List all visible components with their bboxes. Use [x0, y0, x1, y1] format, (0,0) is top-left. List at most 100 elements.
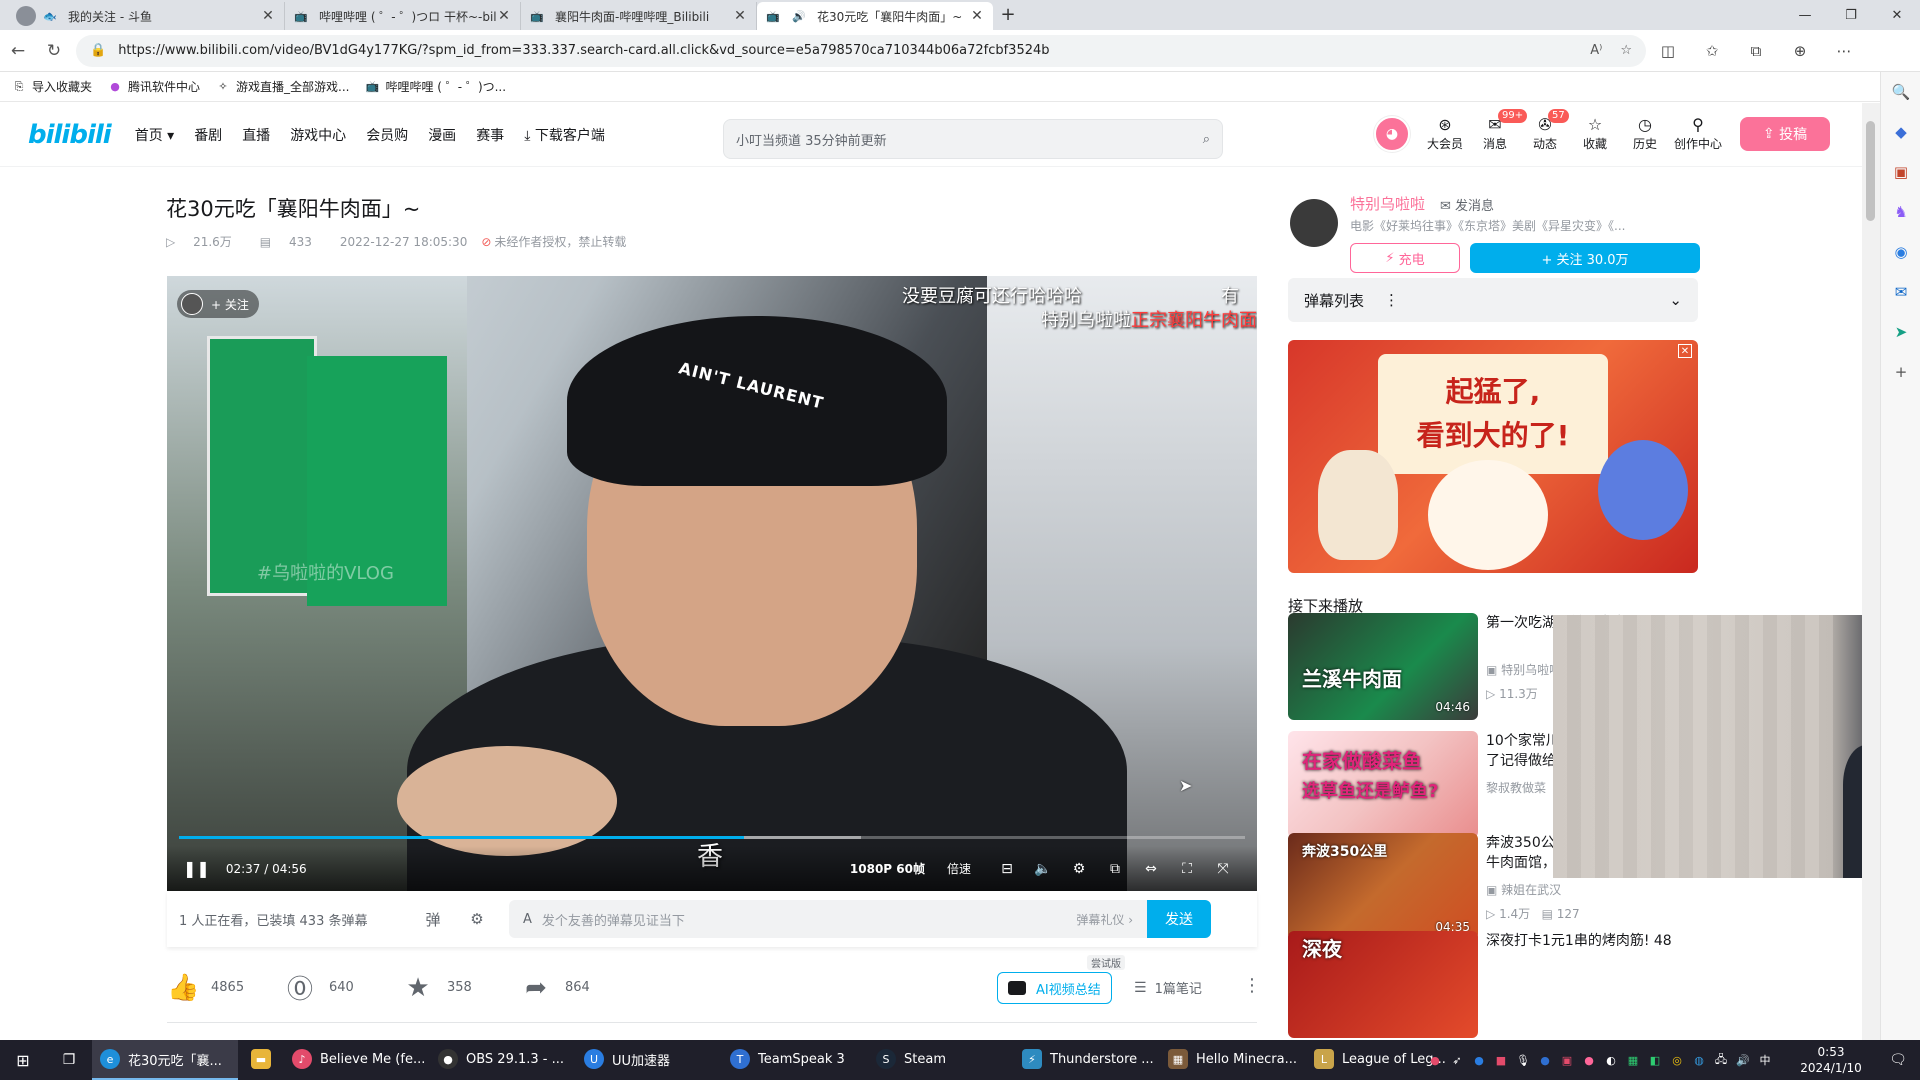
tray-app-icon[interactable]: ● [1424, 1040, 1446, 1080]
extensions-icon[interactable]: ⊕ [1778, 42, 1822, 60]
search-icon[interactable]: ⌕ [1203, 132, 1210, 147]
search-box[interactable]: 小叮当频道 35分钟前更新 ⌕ [723, 119, 1223, 159]
video-thumbnail[interactable]: 深夜 [1288, 931, 1478, 1038]
favorite-button[interactable]: ★ 358 [403, 973, 521, 1003]
recommend-author[interactable]: ▣ 特别乌啦啦 [1486, 661, 1561, 678]
tray-app-icon[interactable]: ● [1534, 1040, 1556, 1080]
header-creator[interactable]: ⚲ 创作中心 [1670, 115, 1726, 152]
collections-icon[interactable]: ⧉ [1734, 42, 1778, 60]
speaker-icon[interactable]: 🔊 [791, 8, 807, 24]
tray-app-icon[interactable]: ▣ [1556, 1040, 1578, 1080]
taskbar-app[interactable]: e 花30元吃「襄... [92, 1040, 238, 1080]
restore-icon[interactable]: ❐ [1828, 0, 1874, 30]
volume-icon[interactable]: 🔊 [1732, 1040, 1754, 1080]
recommend-author[interactable]: 黎叔教做菜 [1486, 779, 1546, 796]
follow-button[interactable]: + 关注 30.0万 [1470, 243, 1700, 273]
bilibili-logo[interactable]: bilibili [28, 120, 112, 150]
more-menu-icon[interactable]: ⋯ [1822, 42, 1866, 60]
tray-app-icon[interactable]: ● [1578, 1040, 1600, 1080]
uploader-name[interactable]: 特别乌啦啦 [1350, 193, 1425, 214]
send-danmaku-button[interactable]: 发送 [1147, 900, 1211, 938]
split-screen-icon[interactable]: ◫ [1646, 42, 1690, 60]
web-fullscreen-icon[interactable]: ⛶ [1169, 861, 1205, 877]
search-input[interactable]: 小叮当频道 35分钟前更新 [736, 130, 1203, 149]
close-icon[interactable]: ✕ [969, 8, 985, 24]
close-icon[interactable]: ✕ [260, 8, 276, 24]
uploader-avatar[interactable] [1290, 199, 1338, 247]
ai-summary-button[interactable]: AI视频总结 [997, 972, 1112, 1004]
taskbar-app[interactable]: ♪ Believe Me (fe... [284, 1040, 430, 1080]
tray-app-icon[interactable]: ◧ [1644, 1040, 1666, 1080]
toolbox-icon[interactable]: ▣ [1881, 152, 1920, 192]
chrome-icon[interactable]: ◎ [1666, 1040, 1688, 1080]
user-avatar[interactable]: ◕ [1374, 115, 1410, 152]
new-tab-button[interactable]: + [993, 2, 1023, 30]
add-icon[interactable]: + [1881, 352, 1920, 392]
header-vip[interactable]: ⊛ 大会员 [1420, 115, 1470, 152]
close-window-icon[interactable]: ✕ [1874, 0, 1920, 30]
close-icon[interactable]: ✕ [732, 8, 748, 24]
ad-banner[interactable]: 起猛了, 看到大的了! ✕ [1288, 340, 1698, 573]
video-thumbnail[interactable]: 在家做酸菜鱼 选草鱼还是鲈鱼? [1288, 731, 1478, 838]
bookmark-item[interactable]: 📺 哔哩哔哩 ( ゜- ゜)つ... [365, 78, 506, 95]
close-icon[interactable]: ✕ [1678, 344, 1692, 358]
browser-tab[interactable]: 📺 哔哩哔哩 ( ゜- ゜)つロ 干杯~-bilib ✕ [285, 2, 521, 30]
settings-icon[interactable]: ⚙ [1061, 861, 1097, 877]
header-messages[interactable]: ✉ 99+ 消息 [1470, 109, 1528, 152]
taskbar-app[interactable]: ● OBS 29.1.3 - ... [430, 1040, 576, 1080]
microphone-icon[interactable]: 🎙 [1512, 1040, 1534, 1080]
taskbar-app[interactable]: U UU加速器 [576, 1040, 722, 1080]
nav-live[interactable]: 直播 [242, 125, 270, 145]
lock-icon[interactable]: 🔒 [90, 43, 106, 58]
profile-avatar[interactable] [16, 6, 36, 26]
browser-tab[interactable]: 📺 襄阳牛肉面-哔哩哔哩_Bilibili ✕ [521, 2, 757, 30]
search-icon[interactable]: 🔍 [1881, 72, 1920, 112]
recommend-title[interactable]: 深夜打卡1元1串的烤肉筋! 48 [1486, 931, 1698, 951]
notification-icon[interactable]: 🗨 [1876, 1040, 1920, 1080]
tray-app-icon[interactable]: ◐ [1600, 1040, 1622, 1080]
danmaku-toggle-icon[interactable]: 弹 [411, 909, 455, 930]
taskbar-app[interactable]: ▬ [238, 1040, 284, 1080]
outlook-icon[interactable]: ✉ [1881, 272, 1920, 312]
tray-app-icon[interactable]: ◍ [1688, 1040, 1710, 1080]
browser-tab-active[interactable]: 📺 🔊 花30元吃「襄阳牛肉面」~ ✕ [757, 2, 993, 30]
tray-app-icon[interactable]: ● [1468, 1040, 1490, 1080]
quality-selector[interactable]: 1080P 60帧 [850, 860, 925, 877]
favorites-icon[interactable]: ✩ [1690, 42, 1734, 60]
url-field[interactable]: 🔒 https://www.bilibili.com/video/BV1dG4y… [76, 34, 1646, 67]
windows-start-icon[interactable]: ⊞ [0, 1040, 46, 1080]
nav-mall[interactable]: 会员购 [366, 125, 408, 145]
volume-icon[interactable]: 🔈 [1025, 861, 1061, 877]
progress-bar[interactable] [179, 836, 1245, 839]
taskbar-app[interactable]: ▦ Hello Minecra... [1160, 1040, 1306, 1080]
danmaku-input[interactable]: A 发个友善的弹幕见证当下 弹幕礼仪 › [509, 900, 1147, 938]
more-options-icon[interactable]: ⋮ [1384, 291, 1399, 309]
player-follow-chip[interactable]: + 关注 [177, 290, 259, 318]
notes-button[interactable]: ☰ 1篇笔记 [1134, 978, 1202, 998]
recommend-item[interactable]: 深夜 深夜打卡1元1串的烤肉筋! 48 [1288, 931, 1698, 1039]
nav-manga[interactable]: 漫画 [428, 125, 456, 145]
back-icon[interactable]: ← [0, 33, 36, 69]
danmaku-list-panel[interactable]: 弹幕列表 ⋮ ⌄ [1288, 278, 1698, 322]
tray-app-icon[interactable]: ▦ [1622, 1040, 1644, 1080]
close-icon[interactable]: ✕ [496, 8, 512, 24]
task-view-icon[interactable]: ❐ [46, 1040, 92, 1080]
nav-home[interactable]: 首页 ▾ [135, 125, 174, 145]
nav-download-client[interactable]: ⤓ 下载客户端 [524, 125, 605, 145]
nav-esports[interactable]: 赛事 [476, 125, 504, 145]
fullscreen-icon[interactable]: ⤧ [1205, 861, 1241, 877]
font-style-icon[interactable]: A [523, 912, 532, 927]
pause-icon[interactable]: ❚❚ [183, 859, 210, 878]
send-icon[interactable]: ➤ [1881, 312, 1920, 352]
system-clock[interactable]: 0:53 2024/1/10 [1786, 1044, 1876, 1076]
refresh-icon[interactable]: ↻ [36, 33, 72, 69]
games-icon[interactable]: ♞ [1881, 192, 1920, 232]
nav-game-center[interactable]: 游戏中心 [290, 125, 346, 145]
page-scrollbar[interactable] [1862, 103, 1880, 1040]
widescreen-icon[interactable]: ⇔ [1133, 861, 1169, 877]
bookmark-item[interactable]: ● 腾讯软件中心 [108, 78, 200, 95]
minimize-icon[interactable]: — [1782, 0, 1828, 30]
network-icon[interactable]: 🖧 [1710, 1040, 1732, 1080]
share-button[interactable]: ➦ 864 [521, 973, 639, 1003]
tray-app-icon[interactable]: ■ [1490, 1040, 1512, 1080]
